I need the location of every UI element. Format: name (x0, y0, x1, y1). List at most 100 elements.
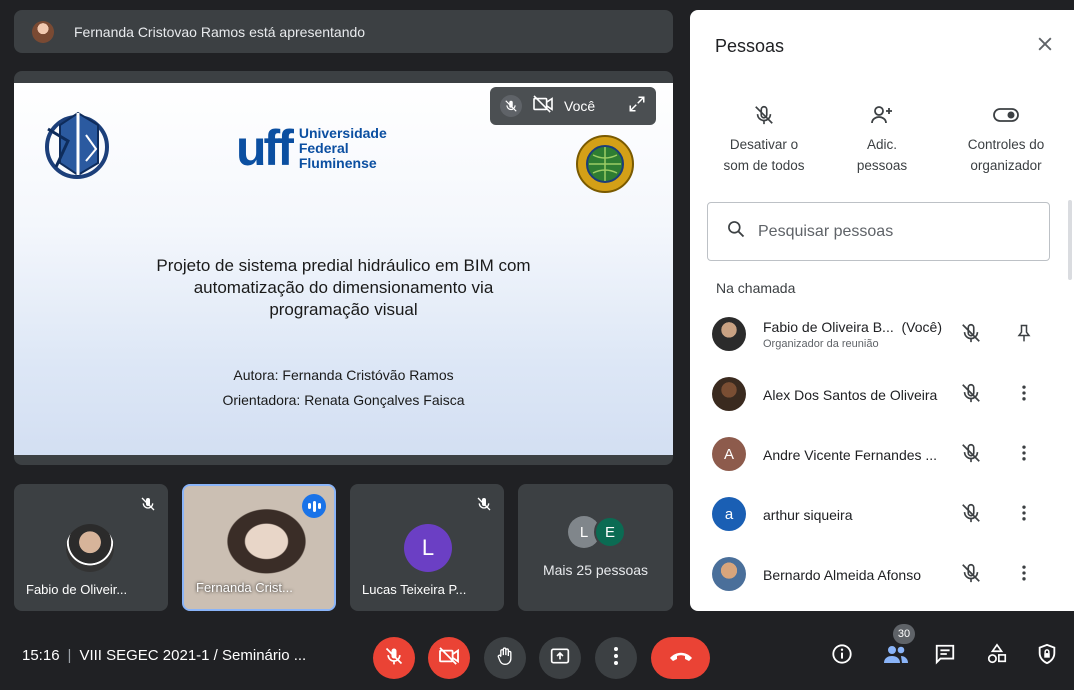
more-options-icon (613, 646, 619, 671)
self-label: Você (564, 98, 596, 114)
avatar: L (404, 524, 452, 572)
more-options-icon[interactable] (1014, 562, 1034, 589)
presentation-slide: uff Universidade Federal Fluminense Proj… (14, 83, 673, 455)
participant-tile[interactable]: L Lucas Teixeira P... (350, 484, 504, 611)
mic-off-icon (960, 502, 982, 529)
slide-credits: Autora: Fernanda Cristóvão Ramos Orienta… (14, 363, 673, 413)
avatar: E (594, 516, 626, 548)
info-icon (831, 643, 853, 670)
mic-off-icon (960, 322, 982, 349)
uff-mark: uff (236, 120, 294, 176)
person-add-icon (840, 102, 924, 128)
people-button[interactable] (883, 643, 909, 669)
hang-up-icon (668, 649, 694, 668)
people-icon (883, 643, 909, 670)
participant-name: Lucas Teixeira P... (362, 582, 467, 597)
list-item[interactable]: a arthur siqueira (690, 485, 1074, 545)
globe-emblem-logo (576, 135, 634, 193)
participant-name: Fabio de Oliveir... (26, 582, 128, 597)
presenter-banner: Fernanda Cristovao Ramos está apresentan… (14, 10, 673, 53)
panel-scrollbar[interactable] (1068, 200, 1072, 280)
list-item[interactable]: Alex Dos Santos de Oliveira (690, 365, 1074, 425)
more-options-icon[interactable] (1014, 502, 1034, 529)
toggle-icon (954, 102, 1058, 128)
avatar (712, 377, 746, 411)
meeting-info: 15:16 | VIII SEGEC 2021-1 / Seminário ... (22, 647, 307, 664)
presenter-text: Fernanda Cristovao Ramos está apresentan… (74, 23, 366, 40)
slide-title: Projeto de sistema predial hidráulico em… (156, 256, 531, 319)
mic-off-icon (960, 562, 982, 589)
chat-button[interactable] (932, 643, 958, 669)
speaking-indicator-icon (302, 494, 326, 518)
more-options-icon[interactable] (1014, 442, 1034, 469)
meeting-details-button[interactable] (829, 643, 855, 669)
clock: 15:16 (22, 647, 60, 664)
panel-title: Pessoas (715, 36, 785, 56)
mic-off-icon (500, 95, 522, 117)
participant-tile[interactable]: Fabio de Oliveir... (14, 484, 168, 611)
mic-off-icon (960, 382, 982, 409)
more-options-button[interactable] (595, 637, 637, 679)
mic-toggle-button[interactable] (373, 637, 415, 679)
participant-tile-speaking[interactable]: Fernanda Crist... (182, 484, 336, 611)
search-icon (726, 219, 746, 244)
presenter-avatar (32, 20, 54, 43)
avatar (66, 524, 114, 572)
host-controls-shield-button[interactable] (1034, 643, 1060, 669)
camera-off-icon (532, 94, 554, 118)
avatar-stack: L E (568, 516, 628, 550)
person-name: Fabio de Oliveira B... (Você) (763, 319, 942, 335)
person-name: Alex Dos Santos de Oliveira (763, 387, 938, 403)
person-name: arthur siqueira (763, 507, 853, 523)
mic-off-icon (476, 496, 492, 517)
person-name: Bernardo Almeida Afonso (763, 567, 921, 583)
panel-actions: Desativar o som de todos Adic. pessoas Con… (690, 102, 1074, 182)
more-options-icon[interactable] (1014, 382, 1034, 409)
slide-advisor: Orientadora: Renata Gonçalves Faisca (222, 392, 465, 408)
leave-call-button[interactable] (651, 637, 710, 679)
raise-hand-button[interactable] (484, 637, 526, 679)
engineering-logo (45, 111, 109, 179)
chat-icon (934, 643, 956, 670)
mic-off-icon (960, 442, 982, 469)
avatar (712, 557, 746, 591)
uff-name: Universidade Federal Fluminense (298, 124, 387, 171)
self-view-chip[interactable]: Você (490, 87, 656, 125)
mic-off-icon (140, 496, 156, 517)
expand-icon[interactable] (628, 95, 646, 118)
add-people-button[interactable]: Adic. pessoas (840, 102, 924, 176)
activities-icon (986, 642, 1008, 670)
person-name: Andre Vicente Fernandes ... (763, 447, 938, 463)
pin-icon[interactable] (1014, 322, 1034, 349)
present-button[interactable] (539, 637, 581, 679)
avatar: a (712, 497, 746, 531)
shield-lock-icon (1036, 643, 1058, 670)
activities-button[interactable] (984, 642, 1010, 670)
search-placeholder: Pesquisar pessoas (758, 222, 894, 240)
list-item[interactable]: Bernardo Almeida Afonso (690, 545, 1074, 605)
uff-logo: uff Universidade Federal Fluminense (236, 123, 387, 173)
more-participants-tile[interactable]: L E Mais 25 pessoas (518, 484, 673, 611)
avatar: A (712, 437, 746, 471)
meeting-title: VIII SEGEC 2021-1 / Seminário ... (79, 647, 307, 664)
participant-count-badge: 30 (893, 624, 915, 644)
slide-author: Autora: Fernanda Cristóvão Ramos (233, 367, 454, 383)
host-controls-button[interactable]: Controles do organizador (954, 102, 1058, 176)
person-role: Organizador da reunião (763, 338, 879, 350)
participant-name: Fernanda Crist... (196, 580, 293, 595)
presentation-stage[interactable]: uff Universidade Federal Fluminense Proj… (14, 71, 673, 465)
avatar (712, 317, 746, 351)
present-icon (550, 647, 570, 670)
mic-off-icon (712, 102, 816, 128)
search-input[interactable]: Pesquisar pessoas (707, 202, 1050, 261)
mute-all-button[interactable]: Desativar o som de todos (712, 102, 816, 176)
people-panel: Pessoas Desativar o som de todos Adic. pes… (690, 10, 1074, 611)
list-item[interactable]: Fabio de Oliveira B... (Você) Organizado… (690, 305, 1074, 365)
more-participants-label: Mais 25 pessoas (542, 562, 649, 578)
camera-off-icon (438, 646, 460, 670)
close-icon[interactable] (1035, 34, 1055, 59)
mic-off-icon (384, 646, 404, 671)
section-heading: Na chamada (716, 280, 796, 296)
camera-toggle-button[interactable] (428, 637, 470, 679)
list-item[interactable]: A Andre Vicente Fernandes ... (690, 425, 1074, 485)
